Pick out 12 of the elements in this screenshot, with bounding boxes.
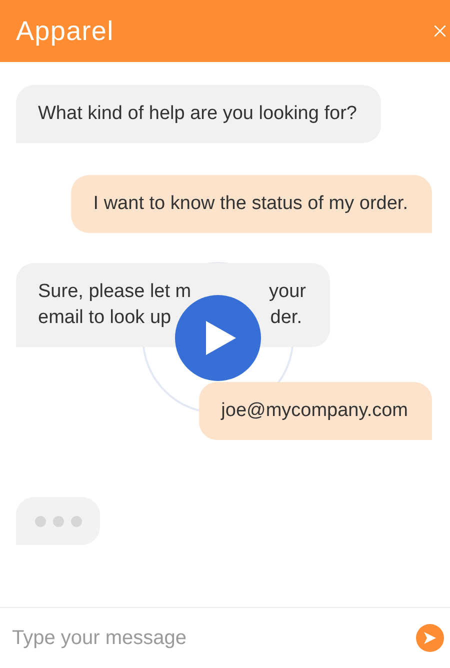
message-input[interactable]: Type your message	[12, 623, 416, 653]
message-text: I want to know the status of my order.	[93, 192, 408, 216]
send-icon	[424, 632, 436, 644]
brand-logo: Apparel	[16, 14, 114, 48]
message-text: joe@mycompany.com	[221, 399, 408, 423]
message-text: email to look up	[38, 306, 172, 330]
send-button[interactable]	[416, 624, 444, 652]
message-text: der.	[270, 306, 302, 330]
play-icon	[206, 321, 236, 355]
message-text: Sure, please let m	[38, 280, 192, 304]
message-text: What kind of help are you looking for?	[38, 102, 357, 126]
message-text: your	[269, 280, 306, 304]
